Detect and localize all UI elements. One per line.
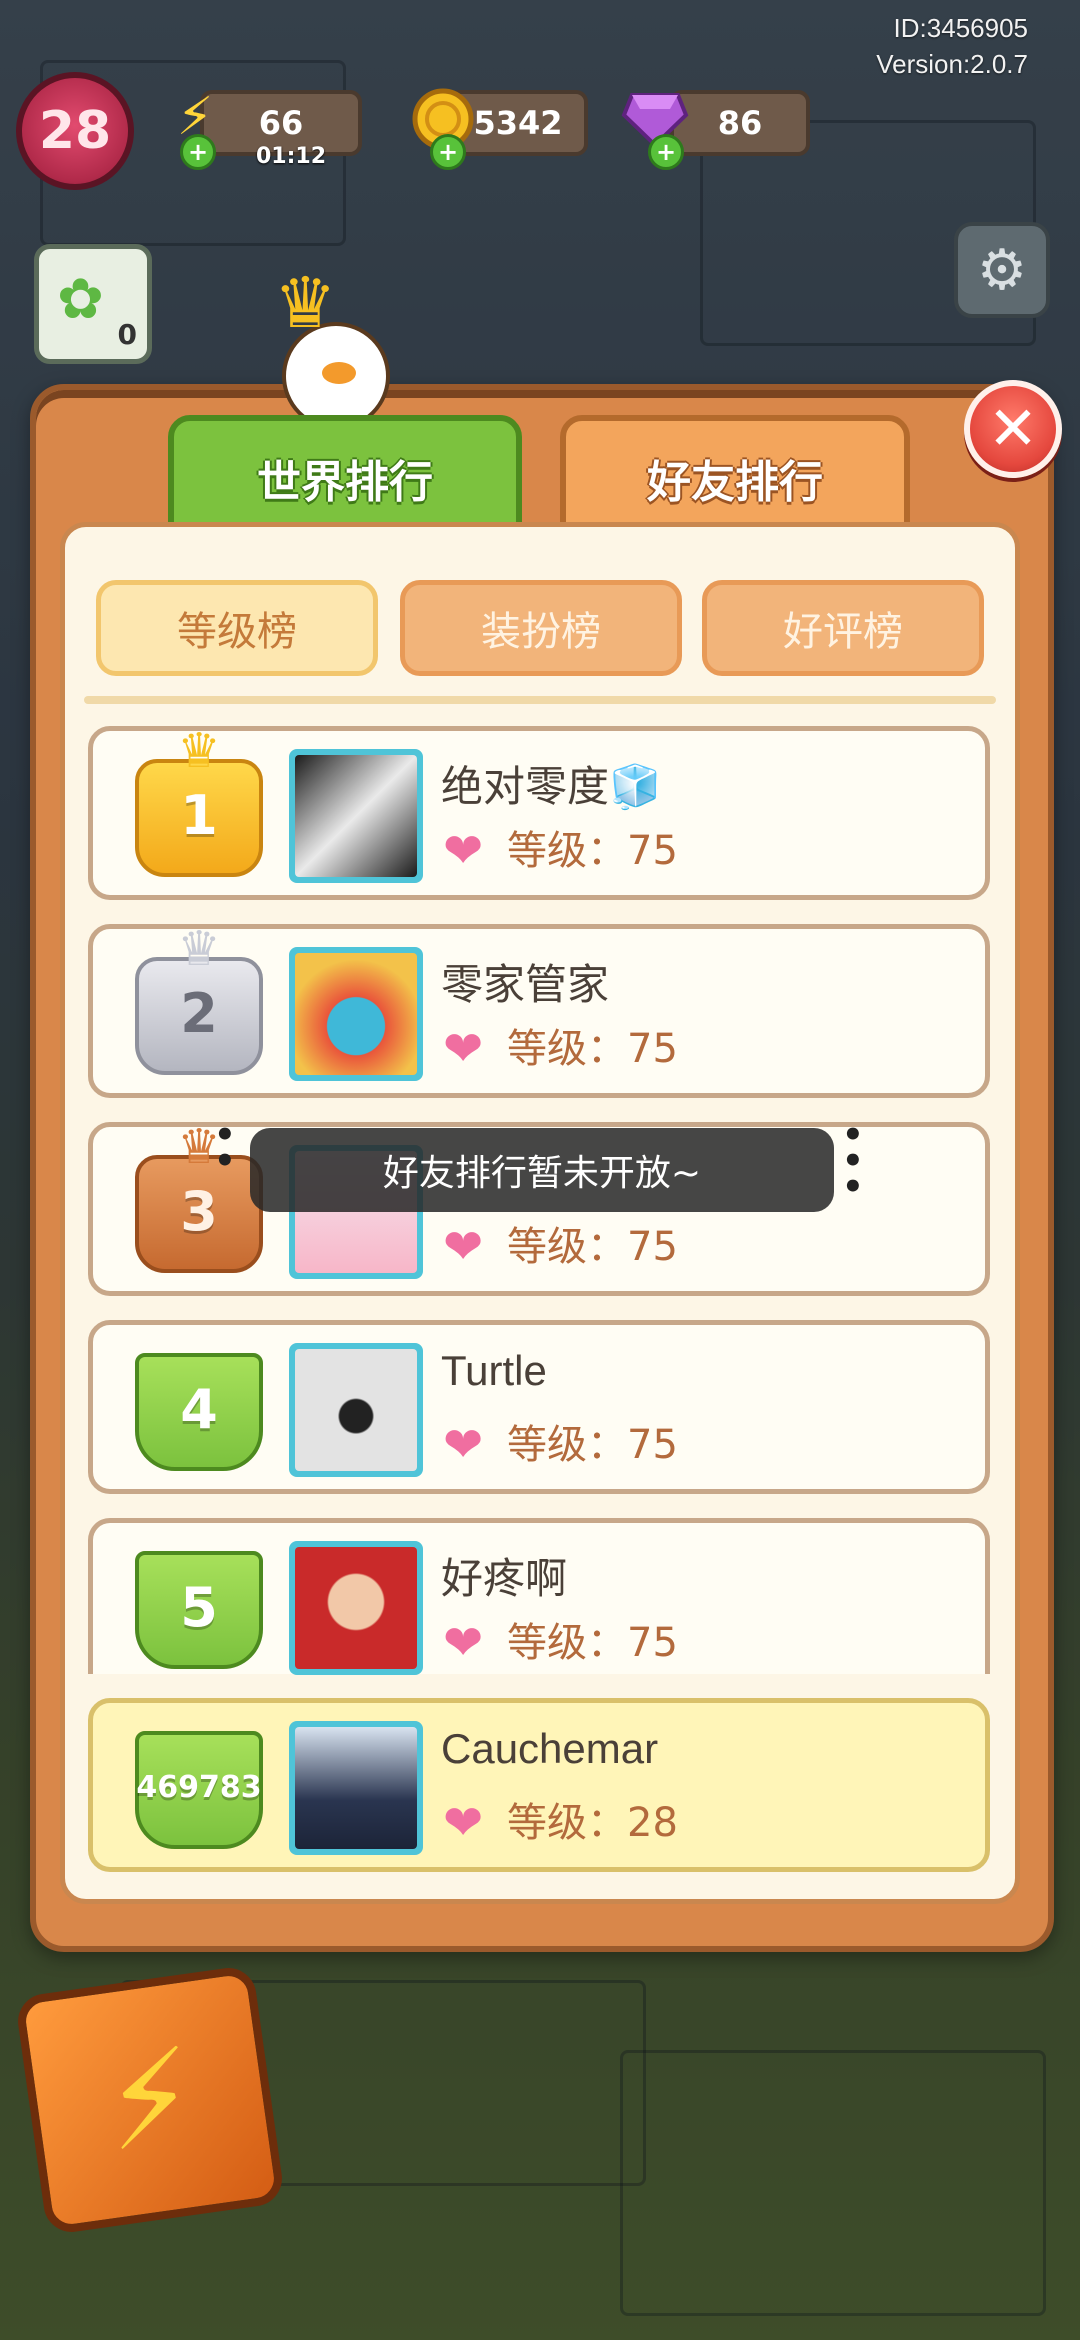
energy-action-button[interactable]: ⚡ — [14, 1964, 286, 2236]
leaderboard-row[interactable]: ♛ 2 零家管家 ❤ 等级：75 — [88, 921, 990, 1098]
player-level: 等级：75 — [507, 823, 678, 879]
settings-button[interactable]: ⚙ — [954, 222, 1050, 318]
rank-number: 469783 — [136, 1769, 262, 1805]
leaderboard-row[interactable]: ♛ 1 绝对零度🧊 ❤ 等级：75 — [88, 723, 990, 900]
crown-icon: ♛ — [177, 1119, 221, 1175]
rank-number: 4 — [180, 1377, 218, 1441]
level-value: 28 — [627, 1800, 678, 1846]
player-name: Turtle — [441, 1347, 547, 1394]
player-level: 等级：28 — [507, 1795, 678, 1851]
lightning-icon: ⚡ — [94, 2018, 206, 2182]
gear-icon: ⚙ — [976, 237, 1028, 303]
level-value: 75 — [627, 1026, 678, 1072]
avatar[interactable] — [289, 1721, 423, 1855]
heart-icon: ❤ — [443, 1795, 484, 1851]
player-name: 绝对零度🧊 — [441, 762, 662, 811]
close-button[interactable]: ✕ — [964, 380, 1062, 478]
crown-icon: ♛ — [177, 723, 221, 779]
divider — [84, 696, 996, 704]
add-gems-button[interactable]: + — [648, 134, 684, 170]
player-level-badge[interactable]: 28 — [16, 72, 134, 190]
avatar[interactable] — [289, 1541, 423, 1675]
quest-count: 0 — [117, 318, 137, 351]
version-text: Version:2.0.7 — [876, 49, 1028, 79]
quest-button[interactable]: ✿ 0 — [34, 244, 152, 364]
avatar[interactable] — [289, 749, 423, 883]
my-rank-row[interactable]: 469783 Cauchemar ❤ 等级：28 — [88, 1698, 990, 1872]
level-value: 75 — [627, 1224, 678, 1270]
player-name: Cauchemar — [441, 1725, 659, 1772]
rank-number: 5 — [180, 1575, 218, 1639]
heart-icon: ❤ — [443, 1615, 484, 1671]
crown-icon: ♛ — [274, 262, 337, 344]
rank-badge-green: 469783 — [129, 1725, 269, 1849]
player-name: 零家管家 — [441, 960, 610, 1009]
player-level: 等级：75 — [507, 1219, 678, 1275]
level-value: 75 — [627, 1422, 678, 1468]
rank-badge-bronze: ♛ 3 — [129, 1119, 269, 1273]
energy-timer: 01:12 — [256, 144, 327, 169]
level-label: 等级： — [507, 1422, 627, 1468]
player-id-text: ID:3456905 — [893, 13, 1028, 43]
close-icon: ✕ — [987, 394, 1039, 464]
heart-icon: ❤ — [443, 1021, 484, 1077]
toast-decoration: • • • — [842, 1115, 864, 1207]
rank-badge-green: 5 — [129, 1545, 269, 1669]
add-coins-button[interactable]: + — [430, 134, 466, 170]
leaderboard-row[interactable]: 5 好疼啊 ❤ 等级：75 — [88, 1518, 990, 1675]
add-energy-button[interactable]: + — [180, 134, 216, 170]
duck-king-mascot: ♛ — [252, 262, 412, 430]
subtab-rating-ranking[interactable]: 好评榜 — [702, 580, 984, 676]
level-label: 等级： — [507, 1026, 627, 1072]
level-value: 75 — [627, 1620, 678, 1666]
rank-number: 1 — [180, 783, 218, 847]
build-info: ID:3456905 Version:2.0.7 — [876, 10, 1028, 82]
heart-icon: ❤ — [443, 1417, 484, 1473]
level-value: 75 — [627, 828, 678, 874]
rank-badge-green: 4 — [129, 1347, 269, 1471]
coin-value: 5342 — [473, 104, 563, 142]
player-level: 等级：75 — [507, 1615, 678, 1671]
toast-message: 好友排行暂未开放~ — [250, 1128, 834, 1212]
rank-badge-silver: ♛ 2 — [129, 921, 269, 1075]
subtab-outfit-ranking[interactable]: 装扮榜 — [400, 580, 682, 676]
subtab-level-ranking[interactable]: 等级榜 — [96, 580, 378, 676]
player-name: 好疼啊 — [441, 1554, 568, 1603]
avatar[interactable] — [289, 1343, 423, 1477]
clover-icon: ✿ — [57, 267, 104, 332]
player-level: 等级：75 — [507, 1021, 678, 1077]
rank-badge-gold: ♛ 1 — [129, 723, 269, 877]
leaderboard-row[interactable]: 4 Turtle ❤ 等级：75 — [88, 1320, 990, 1494]
level-label: 等级： — [507, 1620, 627, 1666]
gem-counter[interactable]: 86 — [670, 90, 810, 156]
heart-icon: ❤ — [443, 823, 484, 879]
rank-number: 2 — [180, 981, 218, 1045]
level-label: 等级： — [507, 828, 627, 874]
avatar[interactable] — [289, 947, 423, 1081]
heart-icon: ❤ — [443, 1219, 484, 1275]
level-label: 等级： — [507, 1800, 627, 1846]
level-label: 等级： — [507, 1224, 627, 1270]
rank-number: 3 — [180, 1179, 218, 1243]
player-level: 等级：75 — [507, 1417, 678, 1473]
energy-value: 66 — [258, 104, 304, 142]
gem-value: 86 — [717, 104, 763, 142]
crown-icon: ♛ — [177, 921, 221, 977]
